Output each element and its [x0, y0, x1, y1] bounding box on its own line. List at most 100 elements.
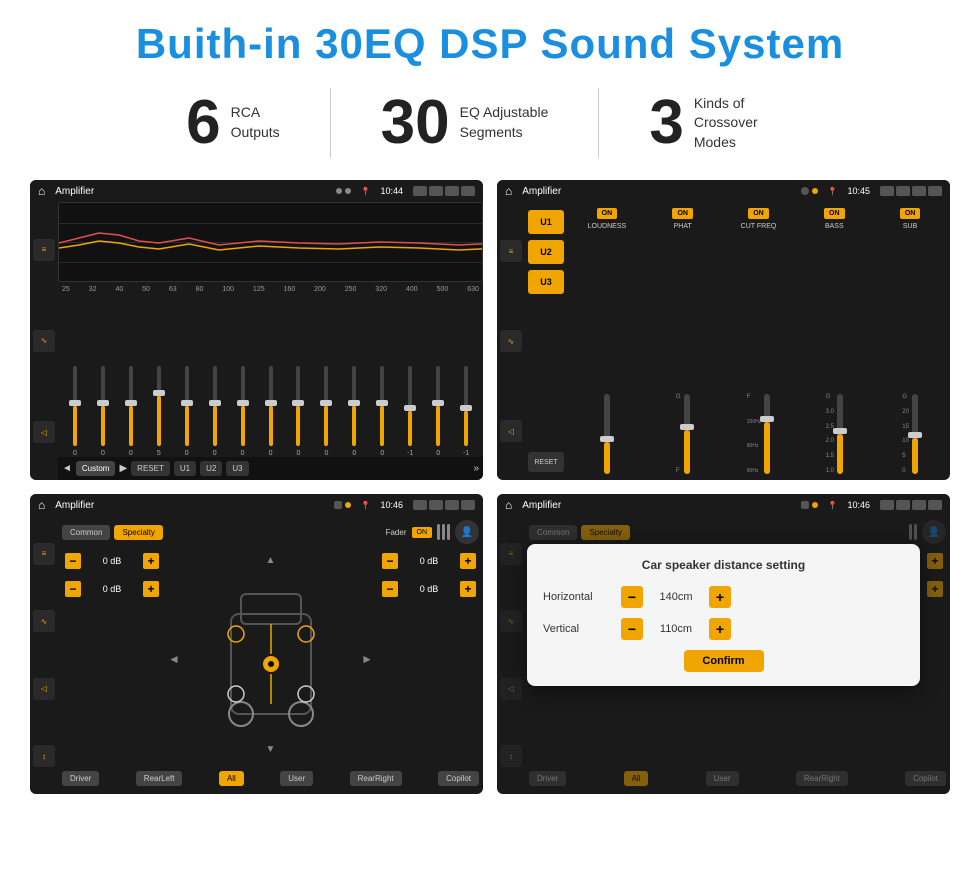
crossover-vol-icon: ◁	[508, 427, 514, 436]
stat-eq-number: 30	[381, 92, 450, 154]
channel-loudness: ON LOUDNESS	[571, 208, 643, 474]
eq-more-btn[interactable]: »	[473, 463, 479, 474]
sub-toggle[interactable]: ON	[900, 208, 921, 219]
eq-screen-title: Amplifier	[51, 186, 329, 197]
crossover-content: ≡ ∿ ◁ U1 U2 U3 RESET	[497, 202, 950, 480]
crossover-u3-btn[interactable]: U3	[528, 270, 564, 294]
crossover-u2-btn[interactable]: U2	[528, 240, 564, 264]
fader-db2-plus[interactable]: +	[143, 581, 159, 597]
fader-vol-btn[interactable]: ◁	[33, 678, 55, 700]
crossover-wave-icon: ∿	[508, 337, 515, 346]
loudness-toggle[interactable]: ON	[597, 208, 618, 219]
distance-horizontal-row: Horizontal − 140cm +	[543, 586, 904, 608]
crossover-eq-btn[interactable]: ≡	[500, 240, 522, 262]
eq-status-bar: ⌂ Amplifier 📍 10:44	[30, 180, 483, 202]
crossover-wave-btn[interactable]: ∿	[500, 330, 522, 352]
eq-slider-5[interactable]: 0	[174, 299, 200, 457]
horizontal-minus-btn[interactable]: −	[621, 586, 643, 608]
eq-slider-4[interactable]: 5	[146, 299, 172, 457]
eq-slider-13[interactable]: -1	[397, 299, 423, 457]
loudness-label: LOUDNESS	[588, 223, 627, 230]
stat-rca-label: RCA Outputs	[231, 103, 280, 142]
eq-sidebar-eq-btn[interactable]: ≡	[33, 239, 55, 261]
fader-rearright-btn[interactable]: RearRight	[350, 771, 402, 786]
fader-tab-specialty[interactable]: Specialty	[114, 525, 162, 540]
distance-screen-title: Amplifier	[518, 500, 794, 511]
crossover-status-bar: ⌂ Amplifier 📍 10:45	[497, 180, 950, 202]
eq-u3-btn[interactable]: U3	[226, 461, 248, 476]
fader-down-arrow[interactable]: ▼	[266, 744, 276, 755]
eq-sidebar-vol-btn[interactable]: ◁	[33, 421, 55, 443]
sub-label: SUB	[903, 223, 917, 230]
phat-slider[interactable]: GF	[676, 234, 690, 474]
crossover-screen-title: Amplifier	[518, 186, 794, 197]
fader-left-controls: − 0 dB + − 0 dB +	[62, 550, 162, 767]
fader-all-btn[interactable]: All	[219, 771, 244, 786]
fader-db4-plus[interactable]: +	[460, 581, 476, 597]
eq-slider-11[interactable]: 0	[341, 299, 367, 457]
fader-settings-btn[interactable]: 👤	[455, 520, 479, 544]
confirm-button[interactable]: Confirm	[684, 650, 764, 672]
cutfreq-toggle[interactable]: ON	[748, 208, 769, 219]
eq-u1-btn[interactable]: U1	[174, 461, 196, 476]
eq-slider-15[interactable]: -1	[453, 299, 479, 457]
eq-sidebar-wave-btn[interactable]: ∿	[33, 330, 55, 352]
crossover-vol-btn[interactable]: ◁	[500, 420, 522, 442]
fader-on-toggle[interactable]: ON	[412, 527, 433, 538]
eq-slider-7[interactable]: 0	[230, 299, 256, 457]
fader-driver-btn[interactable]: Driver	[62, 771, 99, 786]
fader-user-btn[interactable]: User	[280, 771, 313, 786]
fader-wave-btn[interactable]: ∿	[33, 610, 55, 632]
fader-tab-common[interactable]: Common	[62, 525, 110, 540]
eq-slider-2[interactable]: 0	[90, 299, 116, 457]
loudness-slider[interactable]	[604, 234, 610, 474]
eq-screen: ⌂ Amplifier 📍 10:44 ≡ ∿	[30, 180, 483, 480]
vertical-minus-btn[interactable]: −	[621, 618, 643, 640]
vertical-label: Vertical	[543, 623, 613, 635]
fader-db2-minus[interactable]: −	[65, 581, 81, 597]
crossover-u1-btn[interactable]: U1	[528, 210, 564, 234]
fader-copilot-btn[interactable]: Copilot	[438, 771, 479, 786]
eq-slider-3[interactable]: 0	[118, 299, 144, 457]
fader-db1-plus[interactable]: +	[143, 553, 159, 569]
fader-db3-minus[interactable]: −	[382, 553, 398, 569]
car-diagram	[211, 584, 331, 734]
fader-right-arrow[interactable]: ►	[361, 652, 373, 666]
crossover-eq-icon: ≡	[509, 247, 514, 256]
fader-eq-btn[interactable]: ≡	[33, 543, 55, 565]
vertical-plus-btn[interactable]: +	[709, 618, 731, 640]
fader-time: 10:46	[380, 500, 403, 510]
fader-left-arrow[interactable]: ◄	[168, 652, 180, 666]
fader-rearleft-btn[interactable]: RearLeft	[136, 771, 183, 786]
phat-toggle[interactable]: ON	[672, 208, 693, 219]
fader-expand-btn[interactable]: ↕	[33, 745, 55, 767]
fader-db1-minus[interactable]: −	[65, 553, 81, 569]
fader-db3-plus[interactable]: +	[460, 553, 476, 569]
eq-slider-9[interactable]: 0	[286, 299, 312, 457]
eq-u2-btn[interactable]: U2	[200, 461, 222, 476]
eq-slider-1[interactable]: 0	[62, 299, 88, 457]
channel-bass: ON BASS G3.02.52.01.51.0	[798, 208, 870, 474]
bass-slider[interactable]: G3.02.52.01.51.0	[826, 234, 843, 474]
eq-reset-btn[interactable]: RESET	[131, 461, 170, 476]
eq-custom-btn[interactable]: Custom	[76, 461, 116, 476]
horizontal-plus-btn[interactable]: +	[709, 586, 731, 608]
crossover-reset-btn[interactable]: RESET	[528, 452, 564, 472]
distance-time: 10:46	[847, 500, 870, 510]
page-title: Buith-in 30EQ DSP Sound System	[30, 20, 950, 68]
eq-slider-14[interactable]: 0	[425, 299, 451, 457]
eq-slider-8[interactable]: 0	[258, 299, 284, 457]
bass-toggle[interactable]: ON	[824, 208, 845, 219]
eq-graph	[58, 202, 483, 282]
channel-cutfreq: ON CUT FREQ F100Hz80Hz60Hz	[723, 208, 795, 474]
fader-db4-minus[interactable]: −	[382, 581, 398, 597]
fader-up-arrow[interactable]: ▲	[266, 555, 276, 566]
eq-slider-6[interactable]: 0	[202, 299, 228, 457]
eq-next-btn[interactable]: ▶	[119, 463, 127, 474]
eq-slider-10[interactable]: 0	[313, 299, 339, 457]
eq-freq-labels: 25 32 40 50 63 80 100 125 160 200 250 32…	[58, 286, 483, 293]
sub-slider[interactable]: G20151050	[902, 234, 918, 474]
eq-slider-12[interactable]: 0	[369, 299, 395, 457]
eq-prev-btn[interactable]: ◄	[62, 463, 72, 474]
cutfreq-slider[interactable]: F100Hz80Hz60Hz	[747, 234, 770, 474]
